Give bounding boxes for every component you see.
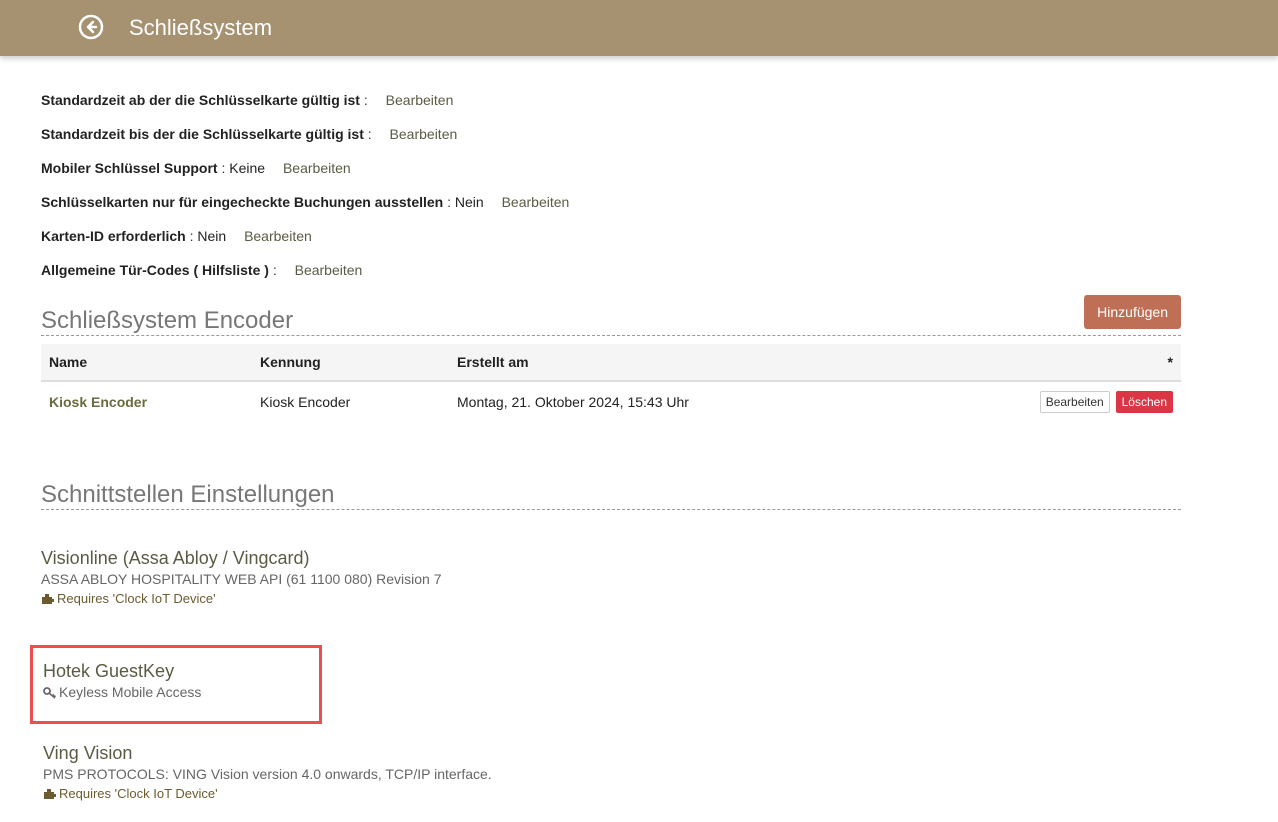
- top-bar: Schließsystem: [0, 0, 1278, 56]
- edit-encoder-button[interactable]: Bearbeiten: [1039, 391, 1110, 413]
- interface-item-ving-vision[interactable]: Ving Vision PMS PROTOCOLS: VING Vision v…: [43, 742, 492, 804]
- interface-description: ASSA ABLOY HOSPITALITY WEB API (61 1100 …: [41, 571, 442, 587]
- column-header-actions: *: [903, 344, 1181, 382]
- encoder-section-header: Schließsystem Encoder Hinzufügen: [41, 295, 1181, 336]
- table-header-row: Name Kennung Erstellt am *: [41, 344, 1181, 382]
- setting-row-mobile-key: Mobiler Schlüssel Support : Keine Bearbe…: [41, 160, 351, 176]
- setting-label: Karten-ID erforderlich: [41, 228, 186, 244]
- interfaces-section-header: Schnittstellen Einstellungen: [41, 481, 1181, 510]
- setting-label: Standardzeit bis der die Schlüsselkarte …: [41, 126, 364, 142]
- encoder-table: Name Kennung Erstellt am * Kiosk Encoder…: [41, 344, 1181, 422]
- edit-link-checked-in-only[interactable]: Bearbeiten: [502, 194, 570, 210]
- interface-requirement: Requires 'Clock IoT Device': [43, 784, 492, 804]
- setting-label: Schlüsselkarten nur für eingecheckte Buc…: [41, 194, 444, 210]
- edit-link-door-codes[interactable]: Bearbeiten: [295, 262, 363, 278]
- encoder-created: Montag, 21. Oktober 2024, 15:43 Uhr: [457, 394, 689, 410]
- setting-row-valid-until: Standardzeit bis der die Schlüsselkarte …: [41, 126, 458, 142]
- puzzle-icon: [44, 789, 56, 799]
- add-encoder-button[interactable]: Hinzufügen: [1084, 295, 1181, 329]
- setting-row-door-codes: Allgemeine Tür-Codes ( Hilfsliste ) : Be…: [41, 262, 363, 278]
- column-header-name: Name: [41, 344, 252, 382]
- column-header-id: Kennung: [252, 344, 449, 382]
- setting-value: Nein: [197, 228, 227, 244]
- highlight-box: [30, 645, 322, 724]
- setting-value: Nein: [454, 194, 484, 210]
- encoder-name-link[interactable]: Kiosk Encoder: [49, 394, 147, 410]
- setting-row-valid-from: Standardzeit ab der die Schlüsselkarte g…: [41, 92, 454, 108]
- table-row: Kiosk Encoder Kiosk Encoder Montag, 21. …: [41, 381, 1181, 422]
- interface-description: PMS PROTOCOLS: VING Vision version 4.0 o…: [43, 766, 492, 782]
- interface-title: Visionline (Assa Abloy / Vingcard): [41, 548, 310, 568]
- setting-value: Keine: [229, 160, 266, 176]
- page-title: Schließsystem: [129, 15, 273, 40]
- puzzle-icon: [42, 594, 54, 604]
- column-header-created: Erstellt am: [449, 344, 904, 382]
- setting-label: Allgemeine Tür-Codes ( Hilfsliste ): [41, 262, 269, 278]
- setting-row-checked-in-only: Schlüsselkarten nur für eingecheckte Buc…: [41, 194, 570, 210]
- edit-link-card-id[interactable]: Bearbeiten: [244, 228, 312, 244]
- setting-label: Standardzeit ab der die Schlüsselkarte g…: [41, 92, 360, 108]
- interface-item-visionline[interactable]: Visionline (Assa Abloy / Vingcard) ASSA …: [41, 547, 442, 609]
- encoder-id: Kiosk Encoder: [260, 394, 351, 410]
- interfaces-section-title: Schnittstellen Einstellungen: [41, 481, 335, 508]
- setting-row-card-id: Karten-ID erforderlich : Nein Bearbeiten: [41, 228, 312, 244]
- edit-link-mobile-key[interactable]: Bearbeiten: [283, 160, 351, 176]
- edit-link-valid-from[interactable]: Bearbeiten: [386, 92, 454, 108]
- delete-encoder-button[interactable]: Löschen: [1115, 391, 1173, 413]
- requirement-text: Requires 'Clock IoT Device': [59, 786, 218, 801]
- row-actions: Bearbeiten Löschen: [904, 381, 1181, 422]
- edit-link-valid-until[interactable]: Bearbeiten: [390, 126, 458, 142]
- encoder-section-title: Schließsystem Encoder: [41, 307, 294, 334]
- interface-title: Ving Vision: [43, 743, 133, 763]
- arrow-left-circle-icon[interactable]: [78, 14, 104, 40]
- requirement-text: Requires 'Clock IoT Device': [57, 591, 216, 606]
- interface-requirement: Requires 'Clock IoT Device': [41, 589, 442, 609]
- setting-label: Mobiler Schlüssel Support: [41, 160, 218, 176]
- settings-list: Standardzeit ab der die Schlüsselkarte g…: [41, 90, 1181, 294]
